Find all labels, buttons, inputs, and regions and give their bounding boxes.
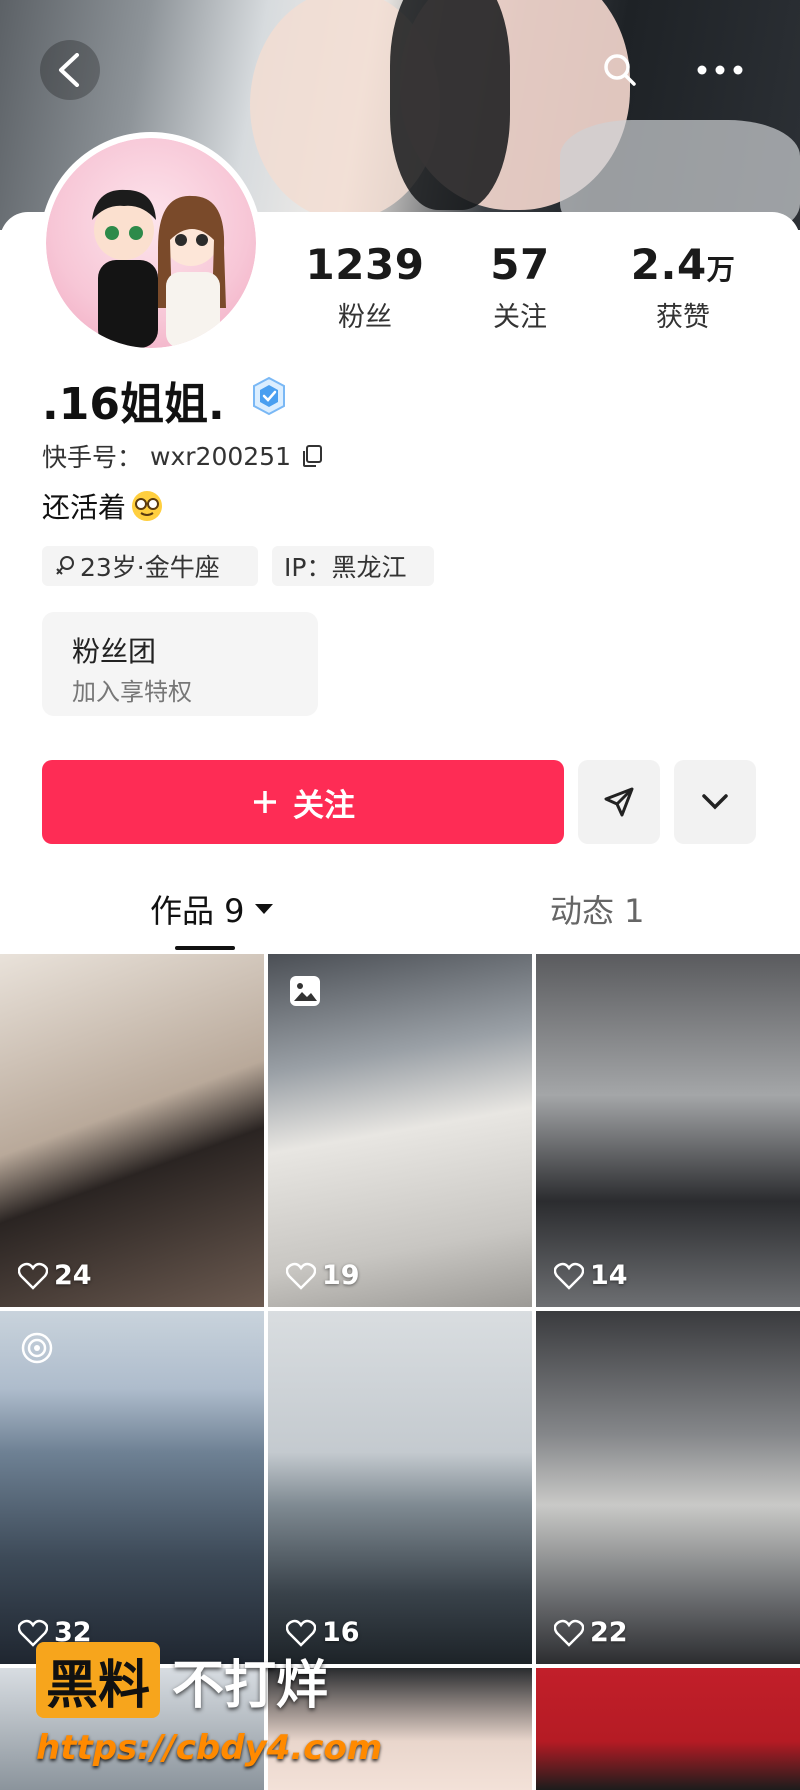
post-likes: 14 (554, 1260, 628, 1291)
back-button[interactable] (40, 40, 100, 100)
kuaishou-id: wxr200251 (150, 441, 291, 471)
following-label: 关注 (493, 302, 547, 333)
copy-icon[interactable] (299, 443, 325, 469)
post-likes: 22 (554, 1617, 628, 1648)
followers-count: 1239 (305, 240, 425, 289)
active-tab-indicator (175, 946, 235, 950)
back-arrow-icon (59, 53, 79, 87)
verified-badge-icon[interactable] (250, 376, 288, 416)
bio-text: 还活着 (42, 491, 127, 524)
watermark-logo: 黑料 不打烊 (36, 1640, 328, 1720)
post-likes: 24 (18, 1260, 92, 1291)
likes-label: 获赞 (656, 302, 710, 333)
more-actions-button[interactable] (674, 760, 756, 844)
ip-location-tag: IP：黑龙江 (272, 546, 434, 586)
female-icon (56, 556, 74, 575)
share-button[interactable] (578, 760, 660, 844)
watermark-url: https://cbdy4.com (36, 1728, 383, 1768)
caret-down-icon (254, 904, 273, 914)
followers-stat[interactable]: 1239 粉丝 (290, 240, 440, 334)
profile-name: .16姐姐. (42, 379, 225, 430)
age-zodiac-tag: 23岁·金牛座 (42, 546, 258, 586)
fanclub-card[interactable]: 粉丝团 加入享特权 (42, 612, 318, 716)
fanclub-title: 粉丝团 (72, 635, 157, 668)
watermark-badge: 黑料 (36, 1642, 161, 1718)
post-thumbnail[interactable]: 16 (268, 1311, 532, 1664)
kuaishou-id-row: 快手号： wxr200251 (42, 438, 325, 474)
nerd-face-emoji-icon (132, 491, 163, 521)
likes-count: 2.4万 (630, 240, 736, 289)
more-dots-icon (697, 65, 743, 75)
heart-icon (286, 1262, 316, 1290)
search-icon (604, 54, 636, 86)
watermark-text: 不打烊 (172, 1655, 329, 1716)
live-icon (21, 1332, 53, 1364)
heart-icon (18, 1262, 48, 1290)
chevron-down-icon (702, 794, 728, 810)
kuaishou-id-label: 快手号： (42, 443, 143, 472)
post-likes: 19 (286, 1260, 360, 1291)
search-button[interactable] (590, 40, 650, 100)
tab-works[interactable]: 作品 9 (150, 886, 275, 932)
photo-album-icon (290, 976, 320, 1006)
fanclub-subtitle: 加入享特权 (72, 678, 192, 706)
post-thumbnail[interactable]: 24 (0, 954, 264, 1307)
likes-stat[interactable]: 2.4万 获赞 (608, 240, 758, 334)
more-button[interactable] (690, 40, 750, 100)
bio: 还活着 (42, 486, 164, 526)
heart-icon (554, 1262, 584, 1290)
tab-moments[interactable]: 动态 1 (550, 886, 645, 932)
post-thumbnail[interactable]: 19 (268, 954, 532, 1307)
send-icon (604, 787, 634, 817)
post-thumbnail[interactable]: 22 (536, 1311, 800, 1664)
avatar[interactable] (46, 138, 256, 348)
heart-icon (554, 1619, 584, 1647)
follow-label: 关注 (293, 787, 355, 824)
following-stat[interactable]: 57 关注 (445, 240, 595, 334)
plus-icon (254, 791, 276, 813)
followers-label: 粉丝 (338, 302, 392, 333)
follow-button[interactable]: 关注 (42, 760, 564, 844)
post-thumbnail[interactable]: 14 (536, 954, 800, 1307)
post-thumbnail[interactable]: 32 (0, 1311, 264, 1664)
following-count: 57 (490, 240, 550, 289)
post-thumbnail[interactable] (536, 1668, 800, 1790)
